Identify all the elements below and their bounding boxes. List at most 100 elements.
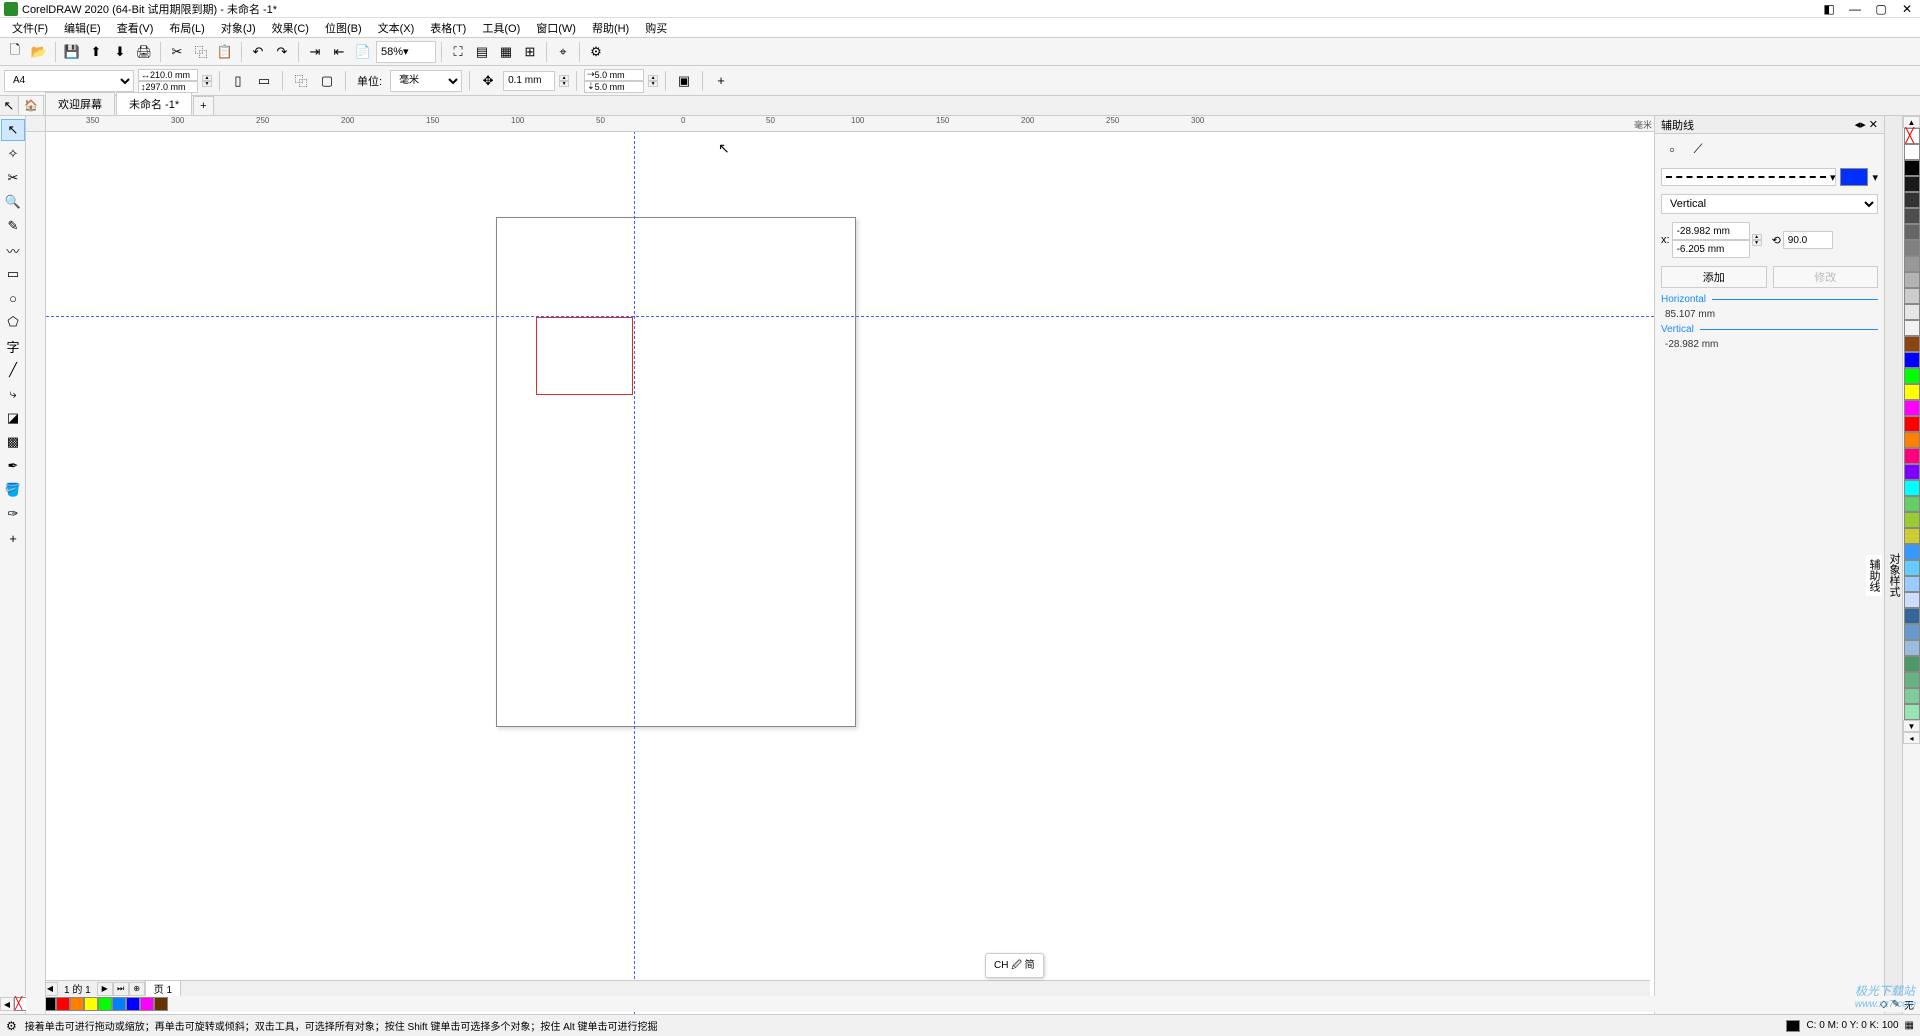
palette-left-icon[interactable]: ◀: [0, 997, 14, 1011]
document-tab[interactable]: 未命名 -1*: [116, 92, 192, 115]
outline-tool-icon[interactable]: ✑: [1, 503, 25, 525]
page-height-input[interactable]: ↕ 297.0 mm: [138, 81, 198, 93]
color-swatch[interactable]: [1904, 240, 1920, 256]
color-swatch[interactable]: [1904, 272, 1920, 288]
maximize-button[interactable]: ▢: [1872, 2, 1890, 16]
color-swatch[interactable]: [1904, 512, 1920, 528]
crop-tool-icon[interactable]: ✂: [1, 167, 25, 189]
color-swatch[interactable]: [1904, 528, 1920, 544]
menu-effects[interactable]: 效果(C): [264, 18, 317, 38]
canvas[interactable]: ↖: [46, 132, 1654, 1014]
menu-text[interactable]: 文本(X): [370, 18, 423, 38]
ellipse-tool-icon[interactable]: ○: [1, 287, 25, 309]
color-swatch[interactable]: [1904, 560, 1920, 576]
canvas-area[interactable]: 毫米 350 300 250 200 150 100 50 0 50 100 1…: [26, 116, 1654, 1014]
color-swatch[interactable]: [1904, 208, 1920, 224]
connector-tool-icon[interactable]: ⤷: [1, 383, 25, 405]
redo-icon[interactable]: ↷: [271, 41, 293, 63]
dup-y-input[interactable]: ⇣ 5.0 mm: [584, 81, 644, 93]
current-color-chip[interactable]: [1786, 1020, 1800, 1032]
treat-as-filled-icon[interactable]: ▣: [673, 70, 695, 92]
page-guides-icon[interactable]: ▫: [1661, 138, 1683, 160]
menu-file[interactable]: 文件(F): [4, 18, 56, 38]
view-grid-icon[interactable]: ▦: [495, 41, 517, 63]
freehand-tool-icon[interactable]: ✎: [1, 215, 25, 237]
page-width-input[interactable]: ↔ 210.0 mm: [138, 69, 198, 81]
vertical-guideline[interactable]: [634, 116, 635, 1014]
snap-icon[interactable]: ⌖: [552, 41, 574, 63]
color-swatch[interactable]: [1904, 496, 1920, 512]
color-swatch[interactable]: [1904, 464, 1920, 480]
landscape-icon[interactable]: ▭: [253, 70, 275, 92]
dock-button[interactable]: ◧: [1820, 2, 1838, 16]
color-swatch[interactable]: [1904, 336, 1920, 352]
color-swatch[interactable]: [1904, 544, 1920, 560]
cut-icon[interactable]: ✂: [166, 41, 188, 63]
color-swatch[interactable]: [1904, 400, 1920, 416]
save-icon[interactable]: 💾: [61, 41, 83, 63]
print-icon[interactable]: 🖨: [133, 41, 155, 63]
add-guide-button[interactable]: 添加: [1661, 266, 1767, 288]
color-swatch[interactable]: [112, 997, 126, 1011]
color-swatch[interactable]: [1904, 288, 1920, 304]
color-swatch[interactable]: [70, 997, 84, 1011]
parallel-dim-icon[interactable]: ╱: [1, 359, 25, 381]
import-icon[interactable]: ⇥: [304, 41, 326, 63]
menu-layout[interactable]: 布局(L): [161, 18, 212, 38]
color-swatch[interactable]: [56, 997, 70, 1011]
ime-indicator[interactable]: CH 🖉 简: [985, 953, 1044, 978]
horizontal-guideline[interactable]: [26, 316, 1654, 317]
color-swatch[interactable]: [1904, 576, 1920, 592]
all-pages-icon[interactable]: ⿻: [290, 70, 312, 92]
color-swatch[interactable]: [1904, 672, 1920, 688]
swatch-none[interactable]: ╳: [1904, 128, 1920, 144]
polygon-tool-icon[interactable]: ⬠: [1, 311, 25, 333]
color-swatch[interactable]: [1904, 256, 1920, 272]
color-swatch[interactable]: [1904, 480, 1920, 496]
current-page-icon[interactable]: ▢: [316, 70, 338, 92]
pick-tool-icon[interactable]: ↖: [0, 97, 18, 115]
nudge-spinner[interactable]: ▲▼: [559, 75, 569, 87]
dup-x-input[interactable]: ⇢ 5.0 mm: [584, 69, 644, 81]
last-page-icon[interactable]: ⏭: [113, 982, 129, 996]
page-size-select[interactable]: A4: [4, 70, 134, 92]
color-swatch[interactable]: [1904, 416, 1920, 432]
zoom-level[interactable]: 58% ▾: [376, 41, 436, 63]
unit-select[interactable]: 毫米: [390, 70, 462, 92]
ruler-corner[interactable]: [26, 116, 46, 132]
docker-tab-guides[interactable]: 辅助线: [1866, 555, 1882, 596]
add-page-icon[interactable]: ⊕: [129, 982, 145, 996]
next-page-icon[interactable]: ▶: [97, 982, 113, 996]
menu-object[interactable]: 对象(J): [213, 18, 264, 38]
minimize-button[interactable]: —: [1846, 2, 1864, 16]
nudge-input[interactable]: [503, 71, 555, 91]
copy-icon[interactable]: ⿻: [190, 41, 212, 63]
view-rulers-icon[interactable]: ▤: [471, 41, 493, 63]
gear-icon[interactable]: ⚙: [6, 1019, 17, 1033]
color-swatch[interactable]: [1904, 592, 1920, 608]
color-swatch[interactable]: [1904, 384, 1920, 400]
color-swatch[interactable]: [1904, 688, 1920, 704]
vertical-guide-value[interactable]: -28.982 mm: [1655, 337, 1884, 352]
color-swatch[interactable]: [1904, 608, 1920, 624]
artistic-media-icon[interactable]: 〰: [1, 239, 25, 261]
view-guides-icon[interactable]: ⊞: [519, 41, 541, 63]
page-tab[interactable]: 页 1: [145, 980, 181, 997]
docker-tab-styles[interactable]: 对象样式: [1886, 549, 1902, 601]
portrait-icon[interactable]: ▯: [227, 70, 249, 92]
fullscreen-icon[interactable]: ⛶: [447, 41, 469, 63]
modify-guide-button[interactable]: 修改: [1773, 266, 1879, 288]
eyedropper-icon[interactable]: ✒: [1, 455, 25, 477]
menu-table[interactable]: 表格(T): [422, 18, 474, 38]
undo-icon[interactable]: ↶: [247, 41, 269, 63]
text-tool-icon[interactable]: 字: [1, 335, 25, 357]
color-swatch[interactable]: [1904, 144, 1920, 160]
color-swatch[interactable]: [1904, 656, 1920, 672]
color-swatch[interactable]: [1904, 304, 1920, 320]
guide-line-style[interactable]: ▾: [1661, 168, 1836, 186]
palette-down-icon[interactable]: ▼: [1903, 720, 1920, 732]
x-position-input[interactable]: [1672, 222, 1750, 240]
cloud-up-icon[interactable]: ⬆: [85, 41, 107, 63]
color-swatch[interactable]: [98, 997, 112, 1011]
menu-window[interactable]: 窗口(W): [528, 18, 584, 38]
